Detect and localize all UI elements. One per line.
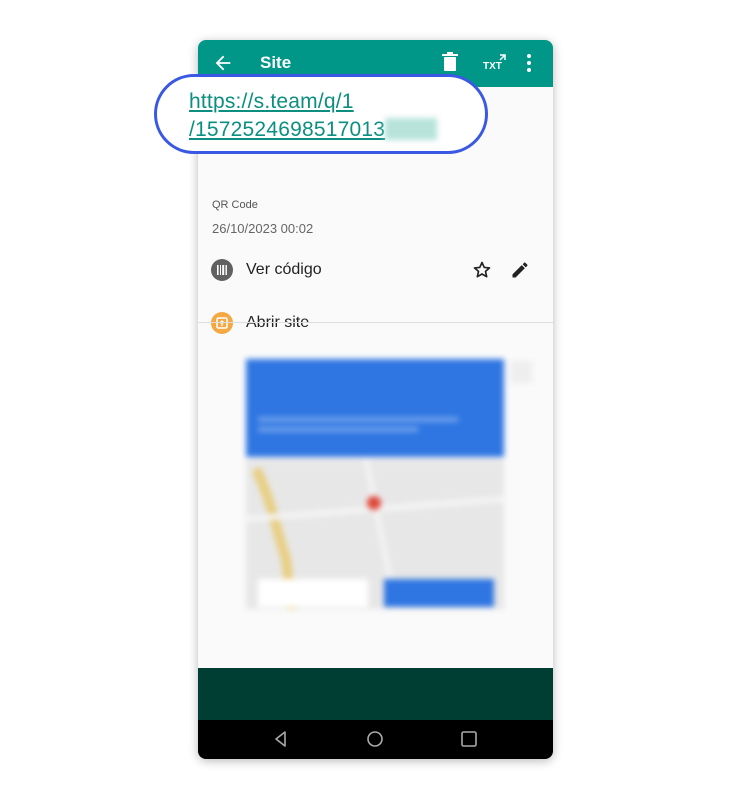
url-line-1: https://s.team/q/1: [189, 90, 354, 113]
scan-date: 26/10/2023 00:02: [212, 221, 314, 236]
system-nav-bar: [198, 720, 553, 759]
redacted-url-part: [385, 118, 438, 140]
bottom-banner-area: [198, 668, 553, 720]
nav-home-icon[interactable]: [366, 730, 384, 748]
nav-recents-icon[interactable]: [460, 730, 478, 748]
ad-button-secondary: [258, 579, 368, 607]
nav-back-icon[interactable]: [272, 730, 290, 748]
url-line-2: /1572524698517013: [189, 118, 386, 141]
detail-content: QR Code 26/10/2023 00:02 Ver código Abri…: [198, 87, 553, 668]
page-title: Site: [260, 53, 292, 72]
barcode-icon: [211, 259, 233, 281]
back-arrow-icon[interactable]: [212, 52, 234, 74]
star-outline-icon[interactable]: [472, 260, 492, 280]
site-url-link[interactable]: https://s.team/q/1 /1572524698517013: [189, 88, 438, 144]
trash-icon[interactable]: [441, 52, 459, 72]
ad-close-icon: [510, 361, 532, 383]
ad-button-primary: [384, 579, 494, 607]
txt-export-icon[interactable]: TXT: [483, 54, 507, 72]
code-type: QR Code: [212, 199, 258, 211]
blurred-ad-banner[interactable]: [198, 323, 553, 668]
ad-card: [246, 359, 504, 457]
more-vert-icon[interactable]: [526, 53, 532, 73]
svg-text:TXT: TXT: [483, 61, 502, 72]
action-label: Ver código: [246, 261, 322, 278]
edit-pencil-icon[interactable]: [510, 260, 530, 280]
